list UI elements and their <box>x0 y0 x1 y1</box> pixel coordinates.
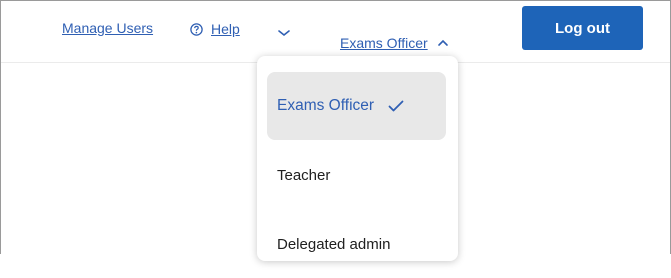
role-selector-label: Exams Officer <box>340 35 428 51</box>
logout-button[interactable]: Log out <box>522 6 643 50</box>
role-option-teacher[interactable]: Teacher <box>267 141 446 209</box>
help-label: Help <box>211 21 240 37</box>
role-option-label: Teacher <box>277 166 331 184</box>
role-dropdown-menu: Exams Officer Teacher Delegated admin <box>257 56 458 261</box>
manage-users-link[interactable]: Manage Users <box>62 20 153 36</box>
role-option-delegated-admin[interactable]: Delegated admin <box>267 210 446 278</box>
role-option-label: Exams Officer <box>277 97 375 114</box>
chevron-up-icon <box>437 34 449 52</box>
check-icon <box>388 100 404 112</box>
help-link[interactable]: Help <box>190 21 240 37</box>
question-circle-icon <box>190 22 203 36</box>
role-option-exams-officer[interactable]: Exams Officer <box>267 72 446 140</box>
top-header: Manage Users Help Exams Officer Log out <box>1 1 670 63</box>
role-option-label: Delegated admin <box>277 235 391 253</box>
chevron-down-icon <box>278 30 290 37</box>
more-menu-toggle[interactable] <box>276 28 292 38</box>
role-selector[interactable]: Exams Officer <box>340 34 449 52</box>
